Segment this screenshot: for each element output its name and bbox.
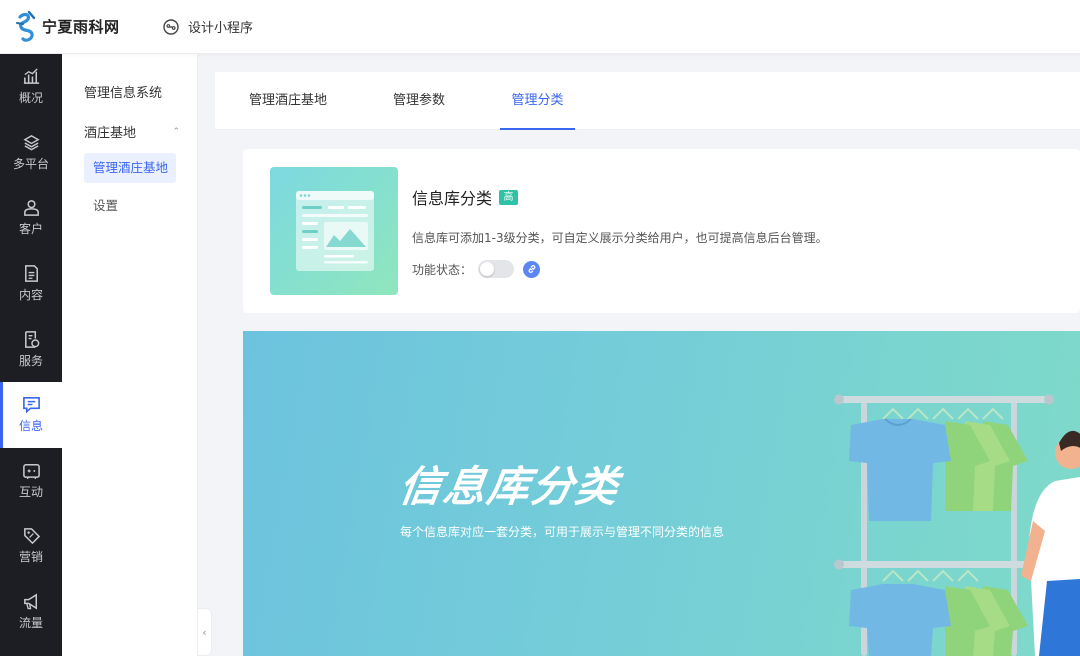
feature-thumbnail — [270, 167, 398, 295]
subnav-item-manage-winery[interactable]: 管理酒庄基地 — [84, 153, 176, 183]
site-logo[interactable]: 宁夏雨科网 — [14, 9, 144, 45]
nav-label: 内容 — [18, 288, 43, 303]
tab-manage-params[interactable]: 管理参数 — [393, 72, 445, 130]
nav-label: 多平台 — [12, 156, 49, 171]
nav-item-customers[interactable]: 客户 — [0, 185, 62, 251]
nav-item-content[interactable]: 内容 — [0, 251, 62, 317]
feature-status-row: 功能状态： — [412, 260, 541, 278]
banner-subtitle: 每个信息库对应一套分类，可用于展示与管理不同分类的信息 — [400, 525, 725, 539]
chevron-left-icon: ‹ — [202, 625, 207, 639]
nav-item-traffic[interactable]: 流量 — [0, 579, 62, 645]
category-banner: 信息库分类 每个信息库对应一套分类，可用于展示与管理不同分类的信息 — [243, 331, 1080, 656]
feature-description: 信息库可添加1-3级分类，可自定义展示分类给用户，也可提高信息后台管理。 — [412, 231, 828, 245]
logo-mark-icon — [16, 10, 36, 42]
toggle-knob — [480, 262, 495, 276]
feature-title: 信息库分类 高 — [412, 185, 519, 209]
feature-link-button[interactable] — [523, 260, 541, 278]
feature-status-label: 功能状态： — [412, 262, 473, 277]
nav-item-service[interactable]: 服务 — [0, 316, 62, 382]
subnav-group-label: 酒庄基地 — [84, 126, 137, 141]
chart-icon — [23, 68, 39, 85]
feature-title-text: 信息库分类 — [412, 189, 493, 208]
chevron-up-icon: ⌃ — [172, 126, 180, 137]
subnav-title[interactable]: 管理信息系统 — [84, 82, 162, 101]
collapse-sidebar-button[interactable]: ‹ — [198, 608, 212, 656]
subnav-group-winery[interactable]: 酒庄基地 ⌃ — [84, 122, 180, 141]
main-sidebar: 概况 多平台 客户 内容 服务 信息 互动 营销 流量 — [0, 54, 62, 656]
service-icon — [24, 330, 39, 348]
secondary-sidebar: 管理信息系统 酒庄基地 ⌃ 管理酒庄基地 设置 — [62, 54, 198, 656]
link-icon — [528, 265, 535, 273]
nav-item-marketing[interactable]: 营销 — [0, 513, 62, 579]
layers-icon — [22, 134, 40, 151]
clothing-rack-illustration — [834, 394, 1080, 656]
nav-item-interaction[interactable]: 互动 — [0, 448, 62, 514]
level-badge: 高 — [499, 189, 519, 205]
nav-label: 服务 — [18, 353, 43, 368]
nav-label: 概况 — [18, 91, 43, 106]
design-mini-program-link[interactable]: 设计小程序 — [162, 17, 253, 36]
tab-bar: 管理酒庄基地 管理参数 管理分类 — [215, 72, 1080, 130]
message-icon — [22, 397, 40, 414]
feature-status-toggle[interactable] — [478, 260, 515, 278]
user-icon — [23, 200, 39, 217]
nav-item-overview[interactable]: 概况 — [0, 54, 62, 120]
nav-label: 流量 — [18, 616, 43, 631]
subnav-item-settings[interactable]: 设置 — [84, 191, 176, 221]
design-mini-program-label: 设计小程序 — [188, 21, 254, 36]
nav-label: 客户 — [18, 222, 43, 237]
document-icon — [24, 265, 38, 282]
logo-text: 宁夏雨科网 — [42, 18, 120, 36]
tab-manage-winery[interactable]: 管理酒庄基地 — [249, 72, 327, 130]
nav-label: 互动 — [18, 484, 43, 499]
nav-label: 信息 — [18, 419, 43, 434]
gamepad-icon — [22, 463, 40, 479]
browser-illustration-icon — [296, 191, 374, 271]
nav-label: 营销 — [18, 550, 43, 565]
megaphone-icon — [23, 593, 37, 610]
tag-icon — [23, 528, 40, 545]
nav-item-info[interactable]: 信息 — [0, 381, 62, 448]
tab-manage-categories[interactable]: 管理分类 — [500, 72, 575, 130]
mini-program-icon — [163, 18, 179, 35]
nav-item-multiplatform[interactable]: 多平台 — [0, 120, 62, 186]
banner-title: 信息库分类 — [396, 462, 624, 511]
top-header: 宁夏雨科网 设计小程序 — [0, 0, 1080, 54]
